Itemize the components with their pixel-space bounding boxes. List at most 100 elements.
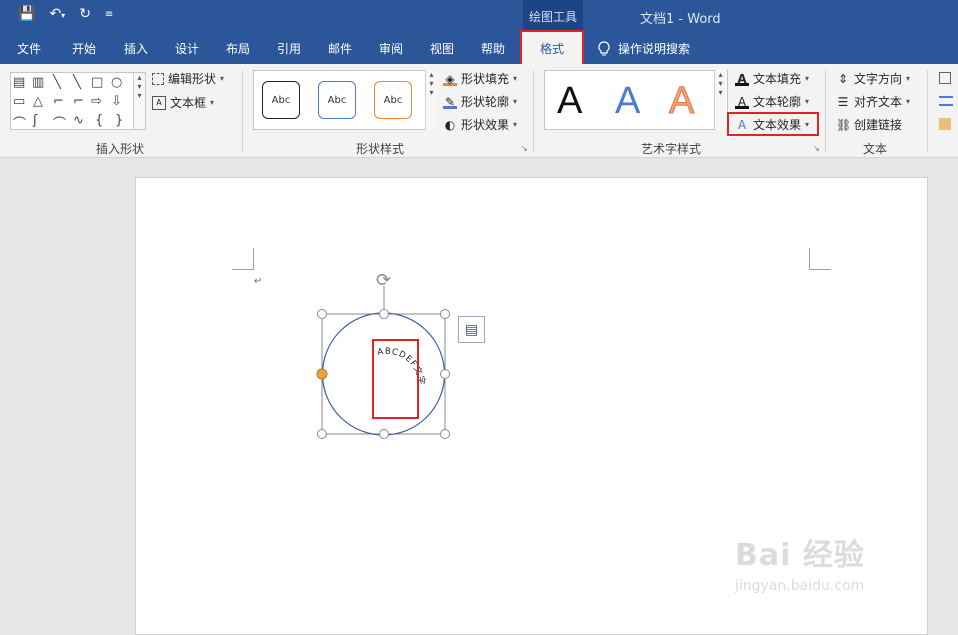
line-shape-icon[interactable]: ╲ [53,75,61,90]
wordart-styles-scroll[interactable]: ▴ ▾ ▾ [714,70,726,130]
shape-style-black[interactable]: Abc [262,81,300,119]
text-fill-icon: A [735,72,749,86]
shape-effects-button[interactable]: ◐ 形状效果 ▾ [443,116,517,133]
watermark-logo: Bai 经验 jingyan.baidu.com [735,538,865,594]
wave-shape-icon[interactable]: ∿ [73,113,84,128]
textbox-shape-icon[interactable]: ▤ [13,75,25,90]
down-arrow-shape-icon[interactable]: ⇩ [111,94,122,109]
text-direction-button[interactable]: ⇕ 文字方向 ▾ [836,70,910,87]
group-label-wordart-styles: 艺术字样式 [641,142,702,156]
tab-insert[interactable]: 插入 [124,40,148,57]
rotate-handle-icon[interactable]: ⟳ [376,270,391,291]
shape-effects-label: 形状效果 [461,118,510,132]
shape-style-orange[interactable]: Abc [374,81,412,119]
freeform-shape-icon[interactable]: ⌒ [13,113,26,132]
shape-styles-scroll[interactable]: ▴ ▾ ▾ [425,70,437,130]
tab-layout[interactable]: 布局 [226,40,250,57]
right-brace-shape-icon[interactable]: } [115,113,123,128]
redo-icon[interactable]: ↻ [79,6,91,22]
edit-shape-icon [152,72,164,85]
wordart-launcher-icon[interactable]: ↘ [813,144,820,153]
text-fill-button[interactable]: A 文本填充 ▾ [735,70,809,87]
text-outline-label: 文本轮廓 [753,95,802,109]
text-effects-highlight [727,112,819,136]
group-divider [533,70,534,152]
customize-qat-icon[interactable]: ≡ [105,9,113,20]
text-outline-button[interactable]: A 文本轮廓 ▾ [735,93,809,110]
text-box-button[interactable]: A 文本框 ▾ [152,94,214,111]
tab-review[interactable]: 审阅 [379,40,403,57]
group-label-insert-shapes: 插入形状 [96,142,145,156]
right-arrow-shape-icon[interactable]: ⇨ [91,94,102,109]
tab-home[interactable]: 开始 [72,40,96,57]
scribble-shape-icon[interactable]: ʃ [33,113,37,128]
resize-handle-e[interactable] [440,369,450,379]
tab-view[interactable]: 视图 [430,40,454,57]
resize-handle-ne[interactable] [440,309,450,319]
wrap-icon[interactable] [939,96,953,106]
align-text-button[interactable]: ☰ 对齐文本 ▾ [836,93,910,110]
vertical-textbox-shape-icon[interactable]: ▥ [32,75,44,90]
rectangle-shape-icon[interactable]: □ [91,75,103,90]
shape-outline-button[interactable]: ✎ 形状轮廓 ▾ [443,93,517,110]
arc-shape-icon[interactable]: ⌒ [53,113,66,132]
shape-fill-button[interactable]: ◈ 形状填充 ▾ [443,70,517,87]
tab-file[interactable]: 文件 [17,40,41,57]
edit-shape-button[interactable]: 编辑形状 ▾ [152,70,224,87]
shape-styles-launcher-icon[interactable]: ↘ [521,144,528,153]
elbow-arrow-connector-icon[interactable]: ⌐ [73,94,84,109]
drawing-tools-context-label: 绘图工具 [523,0,583,32]
shape-style-blue[interactable]: Abc [318,81,356,119]
wordart-style-black[interactable]: A [557,79,582,123]
resize-handle-nw[interactable] [317,309,327,319]
shape-styles-gallery[interactable]: Abc Abc Abc [253,70,437,130]
search-label: 操作说明搜索 [618,42,691,56]
title-bar: 💾 ↶▾ ↻ ≡ 绘图工具 文档1 - Word [0,0,958,32]
shapes-gallery-scroll[interactable]: ▴ ▾ ▾ [133,73,145,129]
group-label-shape-styles: 形状样式 [356,142,405,156]
shapes-gallery[interactable]: ▤ ▥ ╲ ╲ □ ○ ▭ △ ⌐ ⌐ ⇨ ⇩ ⌒ ʃ ⌒ ∿ { } ▴ ▾ ▾ [10,72,146,132]
text-box-label: 文本框 [170,96,207,110]
lightbulb-icon [598,40,610,55]
curved-text-highlight [372,339,419,419]
selection-pane-icon[interactable] [939,118,951,130]
tab-design[interactable]: 设计 [175,40,199,57]
resize-handle-s[interactable] [379,429,389,439]
arrange-icon[interactable] [939,72,951,84]
arrow-line-shape-icon[interactable]: ╲ [73,75,81,90]
resize-handle-sw[interactable] [317,429,327,439]
tab-help[interactable]: 帮助 [481,40,505,57]
link-icon: ⛓ [836,117,852,132]
triangle-shape-icon[interactable]: △ [33,94,43,109]
elbow-connector-icon[interactable]: ⌐ [53,94,64,109]
tab-format[interactable]: 格式 [520,30,584,66]
oval-shape-icon[interactable]: ○ [111,75,122,90]
text-direction-icon: ⇕ [837,71,849,86]
group-divider [927,70,928,152]
save-icon[interactable]: 💾 [18,6,35,22]
text-outline-icon: A [735,95,749,109]
left-brace-shape-icon[interactable]: { [95,113,103,128]
tell-me-search[interactable]: 操作说明搜索 [598,40,690,57]
align-text-icon: ☰ [837,94,849,109]
margin-marker-top-left [232,248,254,270]
group-divider [242,70,243,152]
rounded-rect-shape-icon[interactable]: ▭ [13,94,25,109]
undo-icon[interactable]: ↶▾ [49,6,65,22]
resize-handle-se[interactable] [440,429,450,439]
create-link-label: 创建链接 [854,118,903,132]
layout-options-icon[interactable]: ▤ [458,316,485,343]
ribbon: ▤ ▥ ╲ ╲ □ ○ ▭ △ ⌐ ⌐ ⇨ ⇩ ⌒ ʃ ⌒ ∿ { } ▴ ▾ ▾ … [0,64,958,158]
adjustment-handle[interactable] [316,368,328,380]
resize-handle-n[interactable] [379,309,389,319]
wordart-style-blue[interactable]: A [615,79,640,123]
create-link-button[interactable]: ⛓ 创建链接 [836,116,902,133]
wordart-style-orange[interactable]: A [668,79,694,123]
shape-fill-label: 形状填充 [461,72,510,86]
tab-mailings[interactable]: 邮件 [328,40,352,57]
paragraph-mark: ↵ [254,276,263,287]
shape-effects-icon: ◐ [444,117,456,132]
tab-references[interactable]: 引用 [277,40,301,57]
document-title: 文档1 - Word [640,12,721,27]
wordart-styles-gallery[interactable]: A A A [544,70,728,130]
